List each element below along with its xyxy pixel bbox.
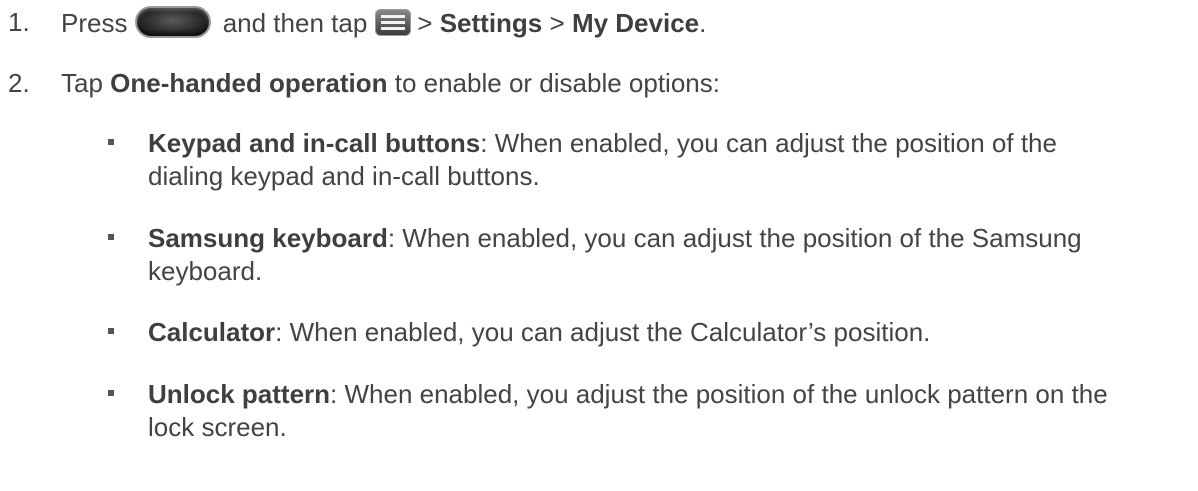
tap-text: Tap: [61, 68, 103, 98]
option-desc: : When enabled, you can adjust the Calcu…: [275, 317, 931, 347]
option-text: Keypad and in-call buttons: When enabled…: [148, 127, 1168, 193]
period: .: [699, 8, 707, 38]
press-text: Press: [61, 8, 128, 38]
option-name: Calculator: [148, 317, 276, 347]
option-name: Unlock pattern: [148, 379, 331, 409]
option-desc: : When enabled, you can adjust the posit…: [387, 223, 1082, 253]
option-desc-cont: dialing keypad and in-call buttons.: [148, 161, 540, 191]
option-desc-cont: keyboard.: [148, 256, 263, 286]
option-text: Calculator: When enabled, you can adjust…: [148, 316, 1168, 349]
then-tap-text: and then tap: [222, 8, 368, 38]
option-text: Unlock pattern: When enabled, you adjust…: [148, 378, 1168, 444]
menu-icon: [375, 9, 412, 36]
option-desc-cont: lock screen.: [148, 412, 287, 442]
option-name: Samsung keyboard: [148, 223, 388, 253]
step-rest-text: to enable or disable options:: [394, 68, 720, 98]
bullet-icon: [108, 390, 114, 396]
separator: >: [549, 8, 565, 38]
home-button-icon: [135, 6, 212, 38]
my-device-label: My Device: [571, 8, 700, 38]
bullet-icon: [108, 328, 114, 334]
option-name: Keypad and in-call buttons: [148, 128, 481, 158]
step-text: Tap One-handed operation to enable or di…: [61, 67, 720, 100]
step-number: 2.: [8, 68, 30, 98]
one-handed-operation-label: One-handed operation: [110, 68, 388, 98]
option-desc: : When enabled, you can adjust the posit…: [480, 128, 1057, 158]
settings-label: Settings: [439, 8, 543, 38]
separator: >: [417, 8, 433, 38]
bullet-icon: [108, 139, 114, 145]
option-desc: : When enabled, you adjust the position …: [330, 379, 1108, 409]
step-text: Press and then tap > Settings > My Devic…: [61, 6, 706, 40]
option-text: Samsung keyboard: When enabled, you can …: [148, 222, 1168, 288]
step-number: 1.: [8, 7, 30, 37]
bullet-icon: [108, 234, 114, 240]
